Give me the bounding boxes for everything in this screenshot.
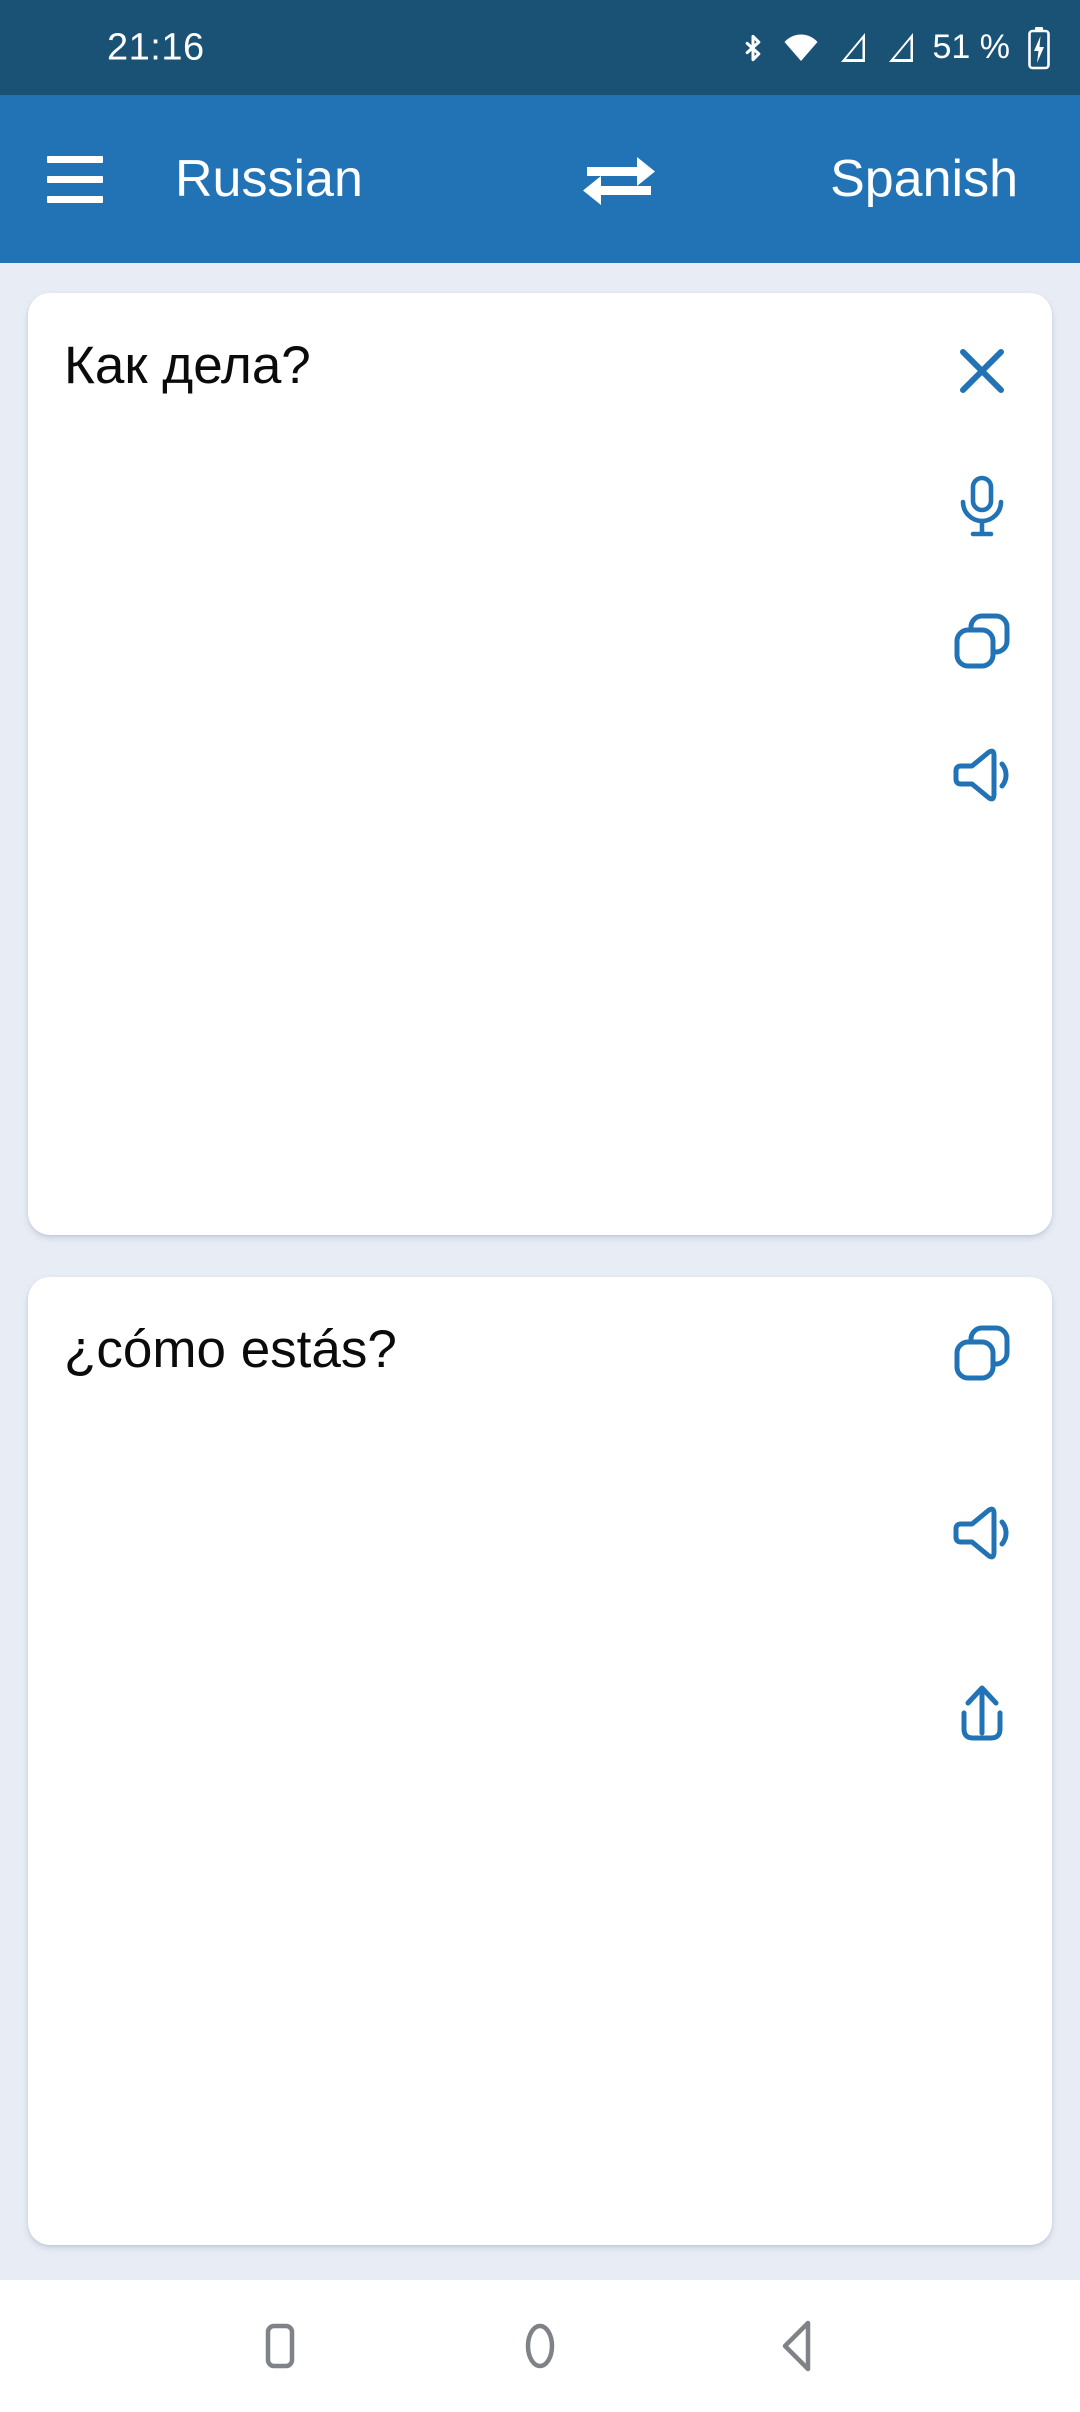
status-bar-icons: 51 %: [739, 26, 1053, 70]
microphone-icon[interactable]: [926, 459, 1038, 555]
clear-icon[interactable]: [926, 321, 1038, 421]
menu-line: [47, 175, 103, 183]
translation-result-card[interactable]: ¿cómo estás?: [28, 1277, 1052, 2245]
menu-line: [47, 155, 103, 163]
cellular-signal-2-icon: [883, 29, 917, 67]
translation-text: ¿cómo estás?: [64, 1320, 397, 1379]
card-spacer: [28, 1235, 1052, 1277]
app-screen: 21:16 51 % Russian Spanish Как дела? ¿có…: [0, 0, 1080, 2412]
app-bar: Russian Spanish: [0, 95, 1080, 263]
copy-icon[interactable]: [926, 1305, 1038, 1401]
wifi-icon: [781, 28, 821, 68]
status-bar-clock: 21:16: [107, 26, 205, 68]
back-button[interactable]: [745, 2291, 855, 2401]
recents-button[interactable]: [225, 2291, 335, 2401]
source-text-card[interactable]: Как дела?: [28, 293, 1052, 1235]
home-button[interactable]: [485, 2291, 595, 2401]
target-language-selector[interactable]: Spanish: [830, 149, 1018, 209]
android-navigation-bar: [0, 2280, 1080, 2412]
copy-icon[interactable]: [926, 593, 1038, 689]
status-bar: 21:16 51 %: [0, 0, 1080, 95]
battery-charging-icon: [1026, 26, 1052, 70]
source-language-selector[interactable]: Russian: [175, 149, 363, 209]
source-card-actions: [926, 321, 1038, 861]
speaker-icon[interactable]: [926, 1485, 1038, 1581]
battery-percentage-label: 51 %: [932, 28, 1011, 66]
translation-content: Как дела? ¿cómo estás?: [0, 263, 1080, 2280]
menu-line: [47, 195, 103, 203]
hamburger-menu-icon[interactable]: [36, 140, 114, 218]
share-icon[interactable]: [926, 1665, 1038, 1761]
speaker-icon[interactable]: [926, 727, 1038, 823]
source-text-input[interactable]: Как дела?: [64, 333, 920, 399]
cellular-signal-1-icon: [835, 29, 869, 67]
bluetooth-icon: [739, 27, 767, 69]
swap-languages-icon[interactable]: [576, 141, 662, 217]
translation-card-actions: [926, 1305, 1038, 1845]
